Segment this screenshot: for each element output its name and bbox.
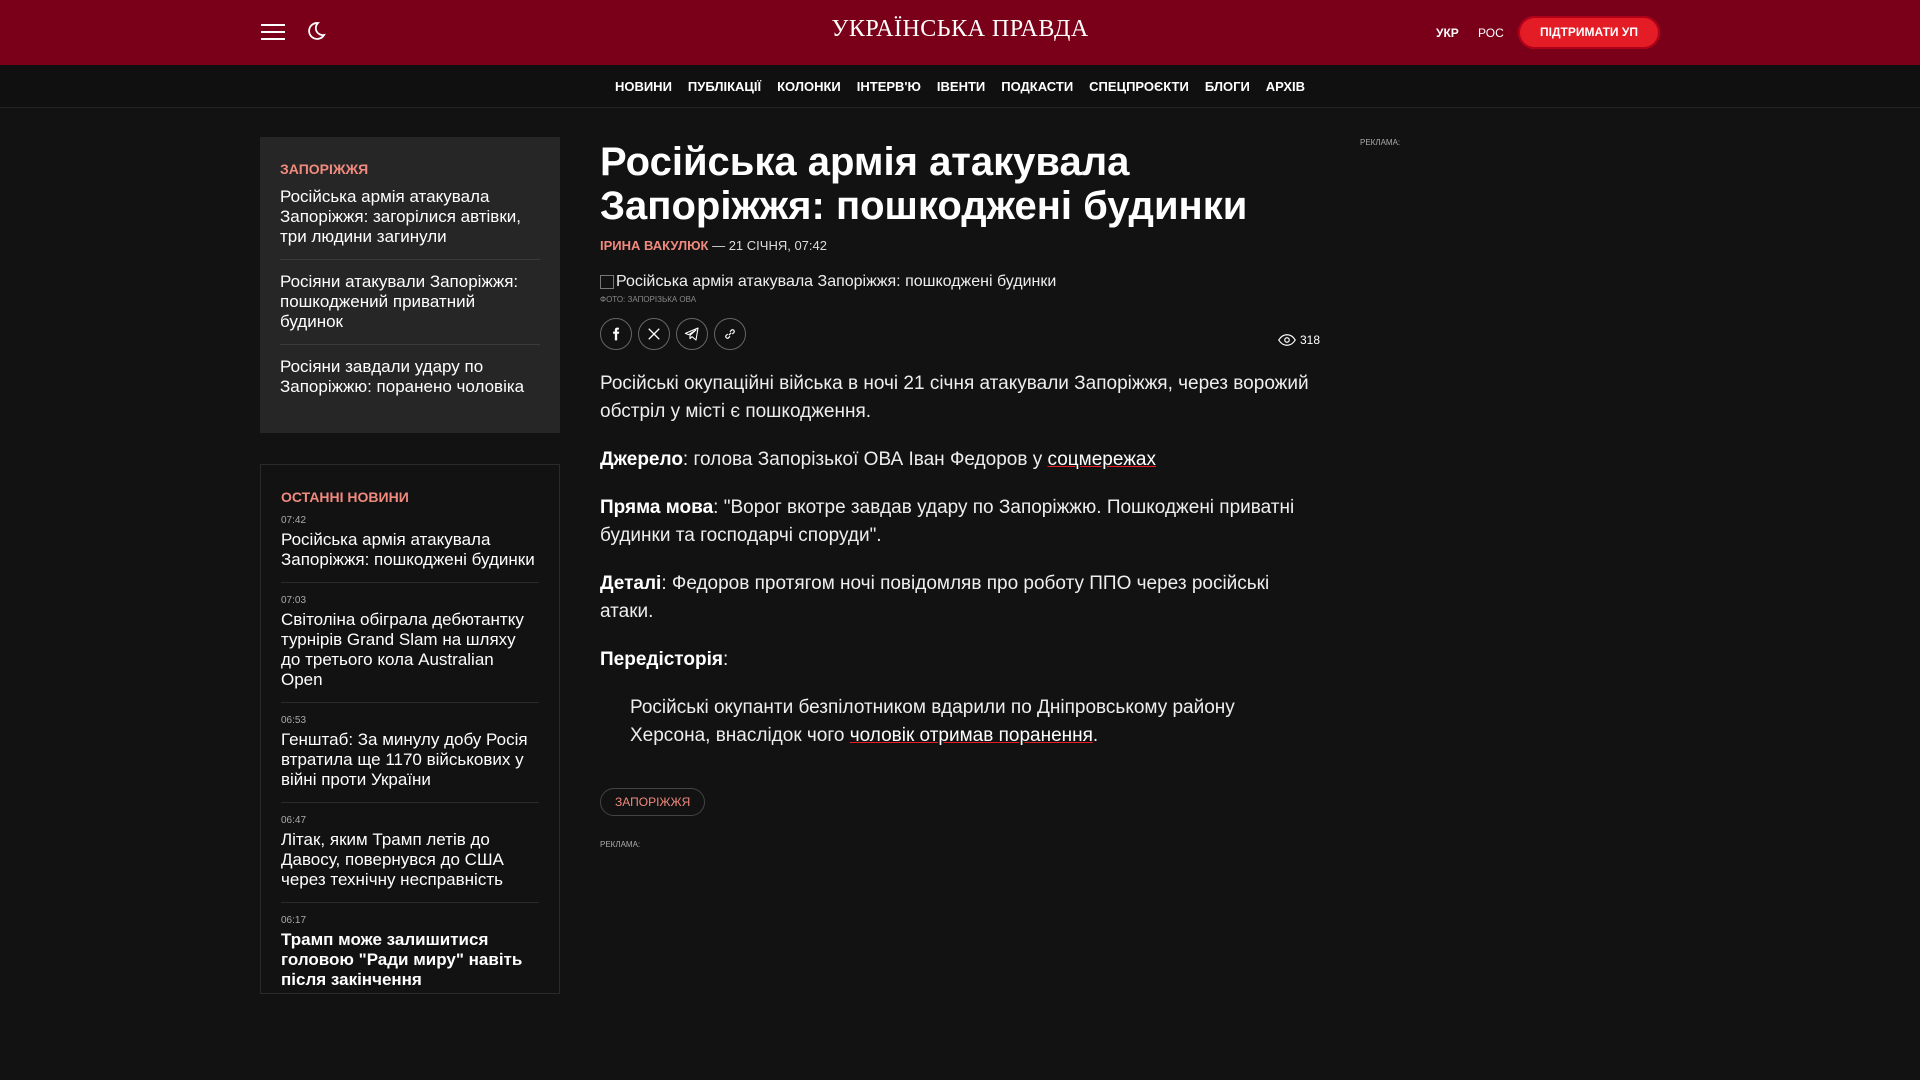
latest-item-time: 06:17	[281, 915, 307, 926]
nav-publications[interactable]: ПУБЛІКАЦІЇ	[688, 79, 761, 94]
site-logo[interactable]: УКРАЇНСЬКА ПРАВДА	[760, 16, 1160, 43]
related-item[interactable]: Росіяни атакували Запоріжжя: пошкоджений…	[280, 272, 540, 345]
lang-ukr-link[interactable]: УКР	[1436, 26, 1459, 40]
nav-blogs[interactable]: БЛОГИ	[1205, 79, 1250, 94]
article-image: Російська армія атакувала Запоріжжя: пош…	[600, 273, 1320, 291]
eye-icon	[1278, 334, 1296, 346]
right-ad-label: РЕКЛАМА:	[1360, 138, 1401, 147]
support-button[interactable]: ПІДТРИМАТИ УП	[1518, 16, 1660, 49]
link-icon	[725, 329, 735, 339]
telegram-icon	[684, 327, 699, 341]
lang-ros-link[interactable]: РОС	[1478, 26, 1504, 40]
related-news-box: ЗАПОРІЖЖЯ Російська армія атакувала Запо…	[260, 137, 560, 433]
latest-item-time: 07:42	[281, 515, 307, 526]
latest-item-time: 06:53	[281, 715, 307, 726]
latest-item-title[interactable]: Генштаб: За минулу добу Росія втратила щ…	[281, 730, 539, 790]
history-link[interactable]: чоловік отримав поранення	[850, 725, 1093, 746]
broken-image-icon	[600, 275, 614, 289]
latest-title[interactable]: ОСТАННІ НОВИНИ	[281, 489, 539, 505]
views-counter: 318	[1278, 333, 1320, 347]
quote-paragraph: Пряма мова: "Ворог вкотре завдав удару п…	[600, 494, 1320, 550]
source-paragraph: Джерело: голова Запорізької ОВА Іван Фед…	[600, 446, 1320, 474]
related-title[interactable]: ЗАПОРІЖЖЯ	[280, 161, 540, 177]
facebook-icon	[613, 327, 620, 341]
related-item[interactable]: Російська армія атакувала Запоріжжя: заг…	[280, 187, 540, 260]
x-share-button[interactable]	[638, 318, 670, 350]
main-nav: НОВИНИ ПУБЛІКАЦІЇ КОЛОНКИ ІНТЕРВ'Ю ІВЕНТ…	[0, 65, 1920, 108]
history-paragraph: Російські окупанти безпілотником вдарили…	[600, 694, 1320, 750]
article-title: Російська армія атакувала Запоріжжя: пош…	[600, 140, 1248, 228]
nav-interviews[interactable]: ІНТЕРВ'Ю	[857, 79, 921, 94]
views-count: 318	[1299, 333, 1320, 347]
nav-events[interactable]: ІВЕНТИ	[937, 79, 985, 94]
nav-columns[interactable]: КОЛОНКИ	[777, 79, 841, 94]
nav-special-projects[interactable]: СПЕЦПРОЄКТИ	[1089, 79, 1189, 94]
source-text: : голова Запорізької ОВА Іван Федоров у	[682, 449, 1048, 470]
author-link[interactable]: ІРИНА ВАКУЛЮК	[600, 238, 708, 253]
article-body: Російські окупаційні війська в ночі 21 с…	[600, 370, 1320, 750]
lead-paragraph: Російські окупаційні війська в ночі 21 с…	[600, 373, 1309, 422]
source-label: Джерело	[600, 449, 683, 470]
details-text: : Федоров протягом ночі повідомляв про р…	[600, 573, 1270, 622]
latest-news-box: ОСТАННІ НОВИНИ 07:42 Російська армія ата…	[260, 464, 560, 994]
telegram-share-button[interactable]	[676, 318, 708, 350]
quote-label: Пряма мова	[600, 497, 714, 518]
latest-item-title[interactable]: Світоліна обіграла дебютантку турнірів G…	[281, 610, 539, 690]
history-heading: Передісторія:	[600, 646, 1320, 674]
latest-item-time: 06:47	[281, 815, 307, 826]
nav-podcasts[interactable]: ПОДКАСТИ	[1001, 79, 1073, 94]
latest-item-time: 07:03	[281, 595, 307, 606]
details-label: Деталі	[600, 573, 662, 594]
latest-item-title[interactable]: Літак, яким Трамп летів до Давосу, повер…	[281, 830, 539, 890]
byline: ІРИНА ВАКУЛЮК — 21 СІЧНЯ, 07:42	[600, 238, 1320, 253]
menu-icon[interactable]	[261, 24, 285, 42]
nav-archive[interactable]: АРХІВ	[1266, 79, 1305, 94]
top-bar: УКРАЇНСЬКА ПРАВДА УКР РОС ПІДТРИМАТИ УП	[0, 0, 1920, 65]
share-bar	[600, 318, 1320, 350]
latest-item[interactable]: 07:03 Світоліна обіграла дебютантку турн…	[281, 595, 539, 703]
details-paragraph: Деталі: Федоров протягом ночі повідомляв…	[600, 570, 1320, 626]
related-item[interactable]: Росіяни завдали удару по Запоріжжю: пора…	[280, 357, 540, 409]
history-label: Передісторія	[600, 649, 723, 670]
ad-label: РЕКЛАМА:	[600, 840, 641, 849]
latest-item-title[interactable]: Російська армія атакувала Запоріжжя: пош…	[281, 530, 539, 570]
latest-item[interactable]: 07:42 Російська армія атакувала Запоріжж…	[281, 515, 539, 583]
history-end: .	[1092, 725, 1099, 746]
photo-credit: ФОТО: ЗАПОРІЗЬКА ОВА	[600, 295, 697, 304]
history-colon: :	[722, 649, 729, 670]
source-link[interactable]: соцмережах	[1047, 449, 1156, 470]
latest-item[interactable]: 06:17 Трамп може залишитися головою "Рад…	[281, 915, 539, 993]
dark-mode-icon[interactable]	[303, 20, 327, 44]
latest-item[interactable]: 06:47 Літак, яким Трамп летів до Давосу,…	[281, 815, 539, 903]
image-alt-text: Російська армія атакувала Запоріжжя: пош…	[616, 273, 1057, 290]
facebook-share-button[interactable]	[600, 318, 632, 350]
nav-news[interactable]: НОВИНИ	[615, 79, 672, 94]
x-icon	[648, 328, 660, 340]
latest-item[interactable]: 06:53 Генштаб: За минулу добу Росія втра…	[281, 715, 539, 803]
publish-date: — 21 СІЧНЯ, 07:42	[712, 238, 827, 253]
article: Російська армія атакувала Запоріжжя: пош…	[600, 140, 1320, 849]
tag-zaporizhzhia[interactable]: ЗАПОРІЖЖЯ	[600, 788, 706, 816]
latest-item-title[interactable]: Трамп може залишитися головою "Ради миру…	[281, 930, 539, 990]
copy-link-button[interactable]	[714, 318, 746, 350]
